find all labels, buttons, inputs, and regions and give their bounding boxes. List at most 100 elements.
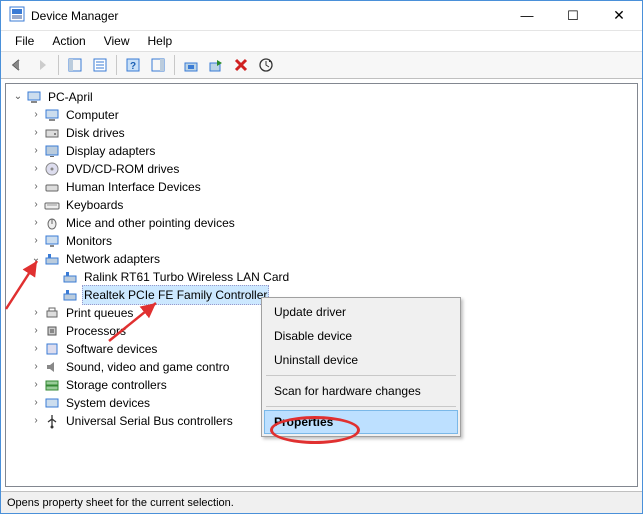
software-device-icon — [44, 341, 60, 357]
maximize-button[interactable]: ☐ — [550, 1, 596, 30]
tree-label: Processors — [64, 322, 128, 340]
network-adapter-icon — [62, 287, 78, 303]
disk-drive-icon — [44, 125, 60, 141]
tree-item-mice[interactable]: › Mice and other pointing devices — [8, 214, 637, 232]
expand-icon[interactable]: › — [30, 376, 42, 394]
menubar: File Action View Help — [1, 31, 642, 51]
ctx-uninstall-device[interactable]: Uninstall device — [264, 348, 458, 372]
close-button[interactable]: ✕ — [596, 1, 642, 30]
tree-label: Print queues — [64, 304, 135, 322]
tree-item-monitors[interactable]: › Monitors — [8, 232, 637, 250]
tree-label: DVD/CD-ROM drives — [64, 160, 181, 178]
tree-label: Sound, video and game contro — [64, 358, 231, 376]
tree-label-selected: Realtek PCIe FE Family Controller — [82, 285, 269, 305]
computer-root-icon — [26, 89, 42, 105]
tree-label: Human Interface Devices — [64, 178, 203, 196]
tree-label: Software devices — [64, 340, 159, 358]
statusbar: Opens property sheet for the current sel… — [1, 491, 642, 513]
printer-icon — [44, 305, 60, 321]
titlebar: Device Manager — ☐ ✕ — [1, 1, 642, 31]
window-title: Device Manager — [31, 9, 118, 23]
expand-icon[interactable]: › — [30, 196, 42, 214]
action-pane-button[interactable] — [146, 53, 170, 77]
expand-icon[interactable]: › — [30, 358, 42, 376]
app-icon — [9, 6, 25, 25]
tree-label: Universal Serial Bus controllers — [64, 412, 235, 430]
tree-item-dvd[interactable]: › DVD/CD-ROM drives — [8, 160, 637, 178]
usb-icon — [44, 413, 60, 429]
minimize-button[interactable]: — — [504, 1, 550, 30]
expand-icon[interactable]: › — [30, 106, 42, 124]
monitor-icon — [44, 233, 60, 249]
tree-item-disk-drives[interactable]: › Disk drives — [8, 124, 637, 142]
scan-hardware-button[interactable] — [254, 53, 278, 77]
expand-icon[interactable]: › — [30, 304, 42, 322]
collapse-icon[interactable]: ⌄ — [30, 250, 42, 268]
menu-file[interactable]: File — [7, 32, 42, 50]
tree-label: Monitors — [64, 232, 114, 250]
expand-icon[interactable]: › — [30, 340, 42, 358]
processor-icon — [44, 323, 60, 339]
svg-text:?: ? — [130, 61, 136, 72]
tree-item-keyboards[interactable]: › Keyboards — [8, 196, 637, 214]
properties-button[interactable] — [88, 53, 112, 77]
menu-help[interactable]: Help — [140, 32, 181, 50]
menu-action[interactable]: Action — [44, 32, 93, 50]
forward-button[interactable] — [30, 53, 54, 77]
tree-label: Computer — [64, 106, 121, 124]
tree-root[interactable]: ⌄ PC-April — [8, 88, 637, 106]
tree-label: Mice and other pointing devices — [64, 214, 237, 232]
sound-icon — [44, 359, 60, 375]
client-area: ⌄ PC-April › Computer › Disk drives › Di… — [1, 79, 642, 491]
ctx-separator — [266, 375, 456, 376]
ctx-separator — [266, 406, 456, 407]
uninstall-device-button[interactable] — [229, 53, 253, 77]
expand-icon[interactable]: › — [30, 124, 42, 142]
tree-label: Keyboards — [64, 196, 125, 214]
collapse-icon[interactable]: ⌄ — [12, 88, 24, 106]
tree-item-hid[interactable]: › Human Interface Devices — [8, 178, 637, 196]
ctx-disable-device[interactable]: Disable device — [264, 324, 458, 348]
keyboard-icon — [44, 197, 60, 213]
tree-label: PC-April — [46, 88, 95, 106]
dvd-drive-icon — [44, 161, 60, 177]
tree-label: Display adapters — [64, 142, 157, 160]
show-hide-console-tree-button[interactable] — [63, 53, 87, 77]
network-adapter-icon — [62, 269, 78, 285]
update-driver-button[interactable] — [179, 53, 203, 77]
expand-icon[interactable]: › — [30, 412, 42, 430]
expand-icon[interactable]: › — [30, 394, 42, 412]
menu-view[interactable]: View — [96, 32, 138, 50]
tree-item-ralink[interactable]: › Ralink RT61 Turbo Wireless LAN Card — [8, 268, 637, 286]
hid-icon — [44, 179, 60, 195]
expand-icon[interactable]: › — [30, 322, 42, 340]
tree-label: Ralink RT61 Turbo Wireless LAN Card — [82, 268, 291, 286]
disable-device-button[interactable] — [204, 53, 228, 77]
help-button[interactable]: ? — [121, 53, 145, 77]
toolbar: ? — [1, 51, 642, 79]
display-adapter-icon — [44, 143, 60, 159]
mouse-icon — [44, 215, 60, 231]
tree-label: Network adapters — [64, 250, 162, 268]
ctx-update-driver[interactable]: Update driver — [264, 300, 458, 324]
tree-label: Storage controllers — [64, 376, 169, 394]
storage-controller-icon — [44, 377, 60, 393]
tree-label: System devices — [64, 394, 152, 412]
expand-icon[interactable]: › — [30, 142, 42, 160]
ctx-properties[interactable]: Properties — [264, 410, 458, 434]
status-text: Opens property sheet for the current sel… — [7, 497, 234, 509]
expand-icon[interactable]: › — [30, 160, 42, 178]
expand-icon[interactable]: › — [30, 214, 42, 232]
context-menu: Update driver Disable device Uninstall d… — [261, 297, 461, 437]
network-adapter-icon — [44, 251, 60, 267]
ctx-scan-hardware[interactable]: Scan for hardware changes — [264, 379, 458, 403]
tree-item-computer[interactable]: › Computer — [8, 106, 637, 124]
back-button[interactable] — [5, 53, 29, 77]
expand-icon[interactable]: › — [30, 232, 42, 250]
system-device-icon — [44, 395, 60, 411]
tree-item-display-adapters[interactable]: › Display adapters — [8, 142, 637, 160]
tree-label: Disk drives — [64, 124, 127, 142]
device-manager-window: Device Manager — ☐ ✕ File Action View He… — [0, 0, 643, 514]
expand-icon[interactable]: › — [30, 178, 42, 196]
tree-item-network-adapters[interactable]: ⌄ Network adapters — [8, 250, 637, 268]
